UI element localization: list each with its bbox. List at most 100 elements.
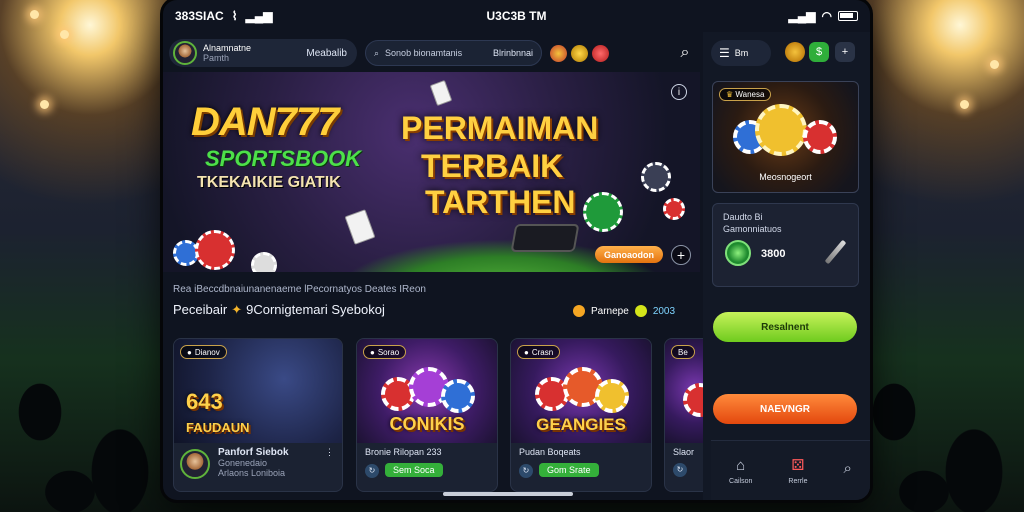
game-footer-title: Pudan Boqeats: [519, 447, 581, 457]
wallet-icon[interactable]: $: [809, 42, 829, 62]
search-icon: ⌕: [843, 460, 852, 477]
search-icon: ⌕: [680, 44, 690, 61]
section-subtitle: 9Cornigtemari Syebokoj: [246, 302, 385, 317]
signal-icon: ▂▄▆: [245, 9, 273, 23]
stadium-light: [960, 100, 969, 109]
refresh-icon[interactable]: ↻: [519, 464, 533, 478]
stats-label: Parnepe: [591, 305, 629, 317]
game-title: 643: [186, 389, 223, 414]
profile-sub: Pamth: [203, 53, 230, 63]
poker-chip-icon: [441, 379, 475, 413]
search-icon: ⌕: [374, 47, 380, 58]
profile-badge: Meabalib: [306, 47, 347, 59]
banner-brand-sub: SPORTSBOOK: [205, 146, 362, 171]
banner-tagline: TKEKAIKIE GIATIK: [197, 174, 341, 191]
battery-icon: [838, 11, 858, 21]
search-tag: Blrinbnnai: [492, 48, 533, 58]
search-input[interactable]: ⌕ Sonob bionamtanis Blrinbnnai: [365, 40, 542, 66]
crowd-silhouette-right: [854, 272, 1024, 512]
wallet-sub: Gamonniatuos: [723, 224, 782, 234]
wallet-title: Daudto Bi: [723, 212, 763, 222]
info-icon[interactable]: i: [671, 84, 687, 100]
card-shoe-icon: [510, 224, 580, 252]
poker-chip-icon: [583, 192, 623, 232]
star-icon: ✦: [231, 302, 243, 317]
poker-chip-icon: [755, 104, 807, 156]
wallet-amount: 3800: [761, 248, 786, 260]
play-button[interactable]: Sem Soca: [385, 463, 443, 477]
game-footer-sub: Gonenedaio Arlaons Loniboia: [218, 458, 286, 478]
chip-icon: ●: [524, 347, 529, 357]
search-placeholder: Sonob bionamtanis: [385, 48, 463, 58]
promo-name: Meosnogeort: [759, 172, 812, 182]
poker-chip-icon: [251, 252, 277, 272]
refresh-icon[interactable]: ↻: [365, 464, 379, 478]
game-title: GEANGIES: [536, 415, 626, 434]
tab-home[interactable]: ⌂ Cailson: [729, 457, 752, 485]
game-footer-title: Bronie Rilopan: [365, 447, 427, 457]
game-tag: ● Crasn: [517, 345, 561, 359]
stadium-light: [60, 30, 69, 39]
tab-search[interactable]: ⌕: [844, 460, 852, 481]
section-heading: Peceibair ✦ 9Cornigtemari Syebokoj: [173, 302, 385, 318]
game-card[interactable]: ● Sorao CONIKIS Bronie Rilopan 233 ↻ Sem S…: [356, 338, 498, 492]
more-icon[interactable]: ⋮: [325, 447, 334, 458]
home-icon: ⌂: [736, 456, 746, 474]
play-button[interactable]: Gom Srate: [539, 463, 599, 477]
game-title-sub: FAUDAUN: [186, 420, 250, 435]
hero-banner[interactable]: DAN777 SPORTSBOOK TKEKAIKIE GIATIK PERMA…: [163, 72, 700, 272]
playing-card-icon: [344, 209, 376, 245]
coin-icon[interactable]: [571, 44, 588, 62]
stats-row: Parnepe 2003: [573, 305, 675, 317]
game-footer-title: Panforf Siebok: [218, 447, 289, 458]
search-button[interactable]: ⌕: [673, 41, 697, 65]
refresh-icon[interactable]: ↻: [673, 463, 687, 477]
wallet-card: Daudto Bi Gamonniatuos 3800: [712, 203, 859, 287]
edit-icon[interactable]: [824, 239, 847, 265]
signal-icon: ▂▄▆: [788, 9, 816, 23]
game-tag: ● Dianov: [180, 345, 227, 359]
menu-button[interactable]: ☰ Bm: [711, 40, 771, 66]
coin-icon: [725, 240, 751, 266]
bonus-icon[interactable]: [592, 44, 609, 62]
banner-headline-2: TERBAIK: [421, 148, 564, 184]
crowd-silhouette-left: [0, 272, 170, 512]
tab-games[interactable]: ⚄ Rerrle: [788, 456, 807, 485]
promo-card[interactable]: ♛ Wanesa Meosnogeort: [712, 81, 859, 193]
game-art: ● Crasn GEANGIES: [511, 339, 651, 443]
poker-chip-icon: [595, 379, 629, 413]
banner-next-button[interactable]: +: [671, 245, 691, 265]
profile-pill[interactable]: Alnamnatne Pamth Meabalib: [169, 39, 357, 67]
game-art: ● Dianov 643 FAUDAUN: [174, 339, 342, 443]
plus-icon: +: [676, 247, 686, 263]
menu-icon: ☰: [719, 46, 730, 60]
profile-name: Alnamnatne: [203, 43, 252, 53]
news-ticker: Rea iBeccdbnaiunanenaeme lPecornatyos De…: [173, 284, 426, 295]
game-card[interactable]: ● Crasn GEANGIES Pudan Boqeats ↻ Gom Srate: [510, 338, 652, 492]
coin-icon[interactable]: [785, 42, 805, 62]
poker-chip-icon: [195, 230, 235, 270]
secondary-action-button[interactable]: NAEVNGR: [713, 394, 857, 424]
chip-icon: ●: [187, 347, 192, 357]
stadium-light: [30, 10, 39, 19]
chip-icon: ●: [370, 347, 375, 357]
poker-chip-icon: [663, 198, 685, 220]
banner-brand: DAN777: [191, 100, 339, 144]
banner-cta-button[interactable]: Ganoaodon: [595, 246, 663, 263]
status-bar: 383SIAC ⌇ ▂▄▆ U3C3B TM ▂▄▆ ◠: [163, 0, 870, 32]
section-title: Peceibair: [173, 302, 228, 317]
wifi-icon: ⌇: [231, 9, 238, 23]
dice-icon: ⚄: [791, 457, 805, 474]
menu-label: Bm: [734, 48, 749, 58]
primary-action-button[interactable]: Resalnent: [713, 312, 857, 342]
tab-label: Rerrle: [788, 478, 808, 485]
game-art: ● Sorao CONIKIS: [357, 339, 497, 443]
plus-icon[interactable]: +: [835, 42, 855, 62]
carrier-text: 383SIAC: [175, 9, 224, 23]
game-tag: ● Sorao: [363, 345, 407, 359]
banner-headline-1: PERMAIMAN: [401, 110, 599, 146]
game-card[interactable]: ● Dianov 643 FAUDAUN Panforf Siebok Gonen…: [173, 338, 343, 492]
poker-chip-icon: [803, 120, 837, 154]
chip-icon[interactable]: [550, 44, 567, 62]
crown-icon: ♛: [726, 90, 734, 99]
